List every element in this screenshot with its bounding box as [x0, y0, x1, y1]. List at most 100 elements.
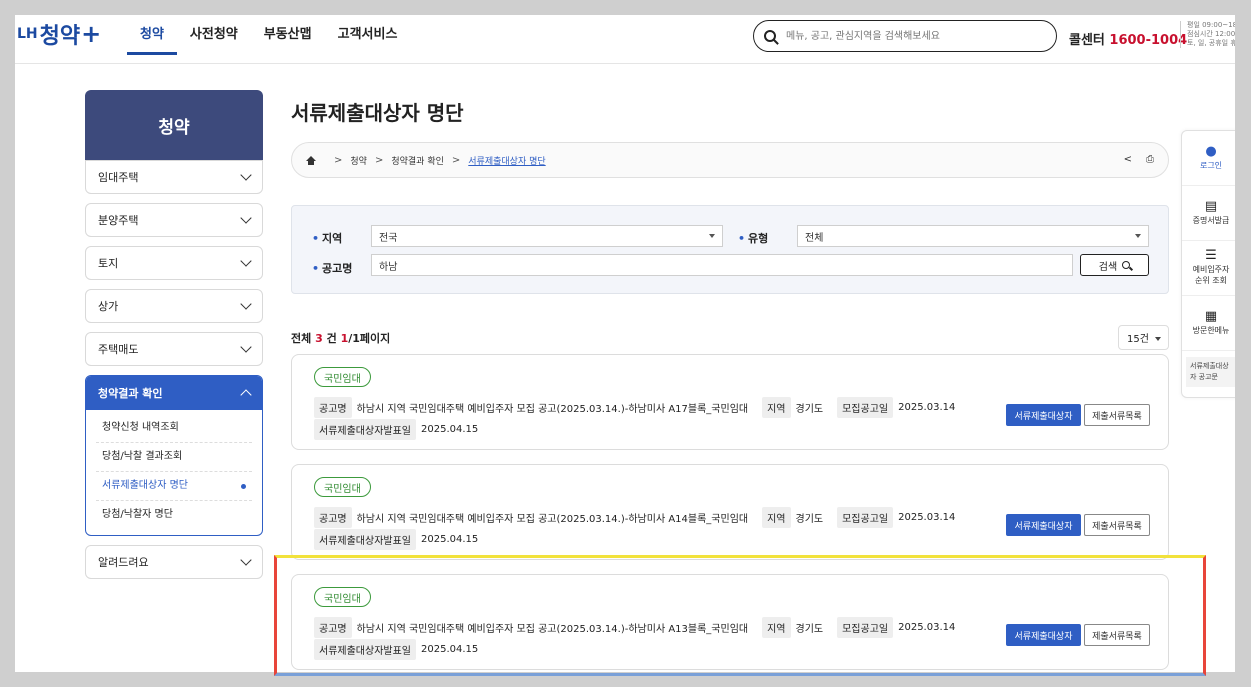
required-documents-button[interactable]: 제출서류목록 [1084, 514, 1150, 536]
main-nav: 청약 사전청약 부동산맵 고객서비스 [127, 15, 410, 55]
sidebar-item-notices[interactable]: 알려드려요 [85, 545, 263, 579]
chevron-down-icon [240, 341, 252, 353]
result-summary: 전체 3 건 1/1페이지 [291, 330, 390, 346]
region-select-value: 전국 [379, 232, 398, 244]
field-label: 모집공고일 [837, 397, 894, 418]
notice-title[interactable]: 하남시 지역 국민임대주택 예비입주자 모집 공고(2025.03.14.)-하… [357, 400, 748, 415]
recent-menu-entry[interactable]: 서류제출대상자 공고문 [1186, 357, 1235, 387]
quick-recent-menu[interactable]: ▦ 방문한메뉴 [1182, 296, 1235, 351]
card-info-row: 공고명 하남시 지역 국민임대주택 예비입주자 모집 공고(2025.03.14… [314, 507, 955, 528]
sidebar-item-results-check[interactable]: 청약결과 확인 [86, 376, 262, 410]
share-icon[interactable]: < [1124, 154, 1132, 165]
field-label: 서류제출대상자발표일 [314, 419, 416, 440]
sidebar-item-commercial[interactable]: 상가 [85, 289, 263, 323]
home-icon[interactable] [306, 155, 316, 165]
card-date-row: 서류제출대상자발표일 2025.04.15 [314, 419, 478, 440]
notice-name-label: • 공고명 [312, 262, 353, 275]
summary-prefix: 전체 [291, 332, 312, 345]
document-submitters-button[interactable]: 서류제출대상자 [1006, 404, 1081, 426]
sidebar-submenu: 청약신청 내역조회 당첨/낙찰 결과조회 서류제출대상자 명단 당첨/낙찰자 명… [86, 410, 262, 535]
document-submitters-button[interactable]: 서류제출대상자 [1006, 514, 1081, 536]
lh-logo[interactable]: LH 청약 + [17, 19, 101, 49]
quick-certificate[interactable]: ▤ 증명서발급 [1182, 186, 1235, 241]
breadcrumb-item[interactable]: 청약 [350, 154, 367, 167]
person-icon: ● [1205, 143, 1217, 159]
print-icon[interactable]: ⎙ [1146, 154, 1154, 165]
search-input[interactable] [784, 29, 1038, 43]
notice-date: 2025.03.14 [898, 402, 956, 413]
field-label: 공고명 [314, 617, 352, 638]
quick-login[interactable]: ● 로그인 [1182, 131, 1235, 186]
chevron-up-icon [240, 389, 252, 401]
nav-item-real-estate-map[interactable]: 부동산맵 [251, 15, 325, 55]
grid-icon: ▦ [1204, 308, 1218, 324]
quick-waitlist-rank[interactable]: ☰ 예비입주자 순위 조회 [1182, 241, 1235, 296]
chevron-down-icon [240, 255, 252, 267]
submenu-item-application-history[interactable]: 청약신청 내역조회 [96, 414, 252, 443]
quick-menu: ● 로그인 ▤ 증명서발급 ☰ 예비입주자 순위 조회 ▦ 방문한메뉴 서류제출… [1181, 130, 1235, 398]
notice-title[interactable]: 하남시 지역 국민임대주택 예비입주자 모집 공고(2025.03.14.)-하… [357, 510, 748, 525]
page: LH 청약 + 청약 사전청약 부동산맵 고객서비스 콜센터 1600-1004… [15, 15, 1235, 672]
type-select-value: 전체 [805, 232, 824, 244]
sidebar-item-sale-housing[interactable]: 분양주택 [85, 203, 263, 237]
submenu-item-winners-list[interactable]: 당첨/낙찰자 명단 [96, 501, 252, 529]
header: LH 청약 + 청약 사전청약 부동산맵 고객서비스 콜센터 1600-1004… [15, 15, 1235, 64]
card-date-row: 서류제출대상자발표일 2025.04.15 [314, 529, 478, 550]
summary-page-total: /1페이지 [348, 332, 391, 345]
field-label: 지역 [762, 397, 791, 418]
card-info-row: 공고명 하남시 지역 국민임대주택 예비입주자 모집 공고(2025.03.14… [314, 397, 955, 418]
notice-date: 2025.03.14 [898, 512, 956, 523]
call-center-number: 1600-1004 [1109, 33, 1188, 48]
card-info-row: 공고명 하남시 지역 국민임대주택 예비입주자 모집 공고(2025.03.14… [314, 617, 955, 638]
page-size-select[interactable]: 15건 [1118, 325, 1169, 350]
sidebar-item-label: 상가 [98, 300, 119, 313]
result-card: 국민임대 공고명 하남시 지역 국민임대주택 예비입주자 모집 공고(2025.… [291, 464, 1169, 560]
nav-item-pre-subscription[interactable]: 사전청약 [177, 15, 251, 55]
notice-name-input[interactable]: 하남 [371, 254, 1073, 276]
chevron-down-icon [240, 212, 252, 224]
logo-plus: + [81, 20, 102, 48]
sidebar-section-results: 청약결과 확인 청약신청 내역조회 당첨/낙찰 결과조회 서류제출대상자 명단 … [85, 375, 263, 536]
submenu-item-document-submitters[interactable]: 서류제출대상자 명단 [96, 472, 252, 501]
type-select[interactable]: 전체 [797, 225, 1149, 247]
breadcrumb-item[interactable]: 청약결과 확인 [391, 154, 444, 167]
document-icon: ▤ [1204, 198, 1218, 214]
dropdown-arrow-icon [709, 234, 715, 238]
field-label: 모집공고일 [837, 617, 894, 638]
notice-title[interactable]: 하남시 지역 국민임대주택 예비입주자 모집 공고(2025.03.14.)-하… [357, 620, 748, 635]
sidebar-item-label: 임대주택 [98, 171, 139, 184]
global-search[interactable] [753, 20, 1057, 52]
document-submitters-button[interactable]: 서류제출대상자 [1006, 624, 1081, 646]
quick-item-label: 로그인 [1199, 160, 1223, 170]
search-icon [1122, 261, 1131, 269]
result-card: 국민임대 공고명 하남시 지역 국민임대주택 예비입주자 모집 공고(2025.… [291, 354, 1169, 450]
breadcrumb-current[interactable]: 서류제출대상자 명단 [468, 154, 545, 167]
region-select[interactable]: 전국 [371, 225, 723, 247]
summary-count: 3 [315, 332, 323, 345]
sidebar-title: 청약 [85, 90, 263, 160]
region-value: 경기도 [795, 624, 824, 635]
page-title: 서류제출대상자 명단 [291, 101, 464, 125]
nav-item-subscription[interactable]: 청약 [127, 15, 177, 55]
quick-item-label: 방문한메뉴 [1192, 325, 1230, 335]
category-badge: 국민임대 [314, 367, 371, 387]
submenu-item-winning-results[interactable]: 당첨/낙찰 결과조회 [96, 443, 252, 472]
announce-date: 2025.04.15 [421, 644, 479, 655]
nav-item-customer-service[interactable]: 고객서비스 [325, 15, 411, 55]
search-button[interactable]: 검색 [1080, 254, 1149, 276]
hours-closed: 토, 일, 공휴일 휴무 [1187, 39, 1235, 47]
sidebar-item-label: 청약결과 확인 [98, 387, 163, 400]
required-documents-button[interactable]: 제출서류목록 [1084, 624, 1150, 646]
field-label: 지역 [762, 507, 791, 528]
sidebar-item-rental-housing[interactable]: 임대주택 [85, 160, 263, 194]
sidebar: 청약 임대주택 분양주택 토지 상가 주택매도 청약결과 확인 청약신청 내역조… [85, 90, 263, 579]
required-documents-button[interactable]: 제출서류목록 [1084, 404, 1150, 426]
logo-brand: 청약 [39, 24, 81, 49]
type-label: • 유형 [738, 232, 769, 245]
region-value: 경기도 [795, 404, 824, 415]
announce-date: 2025.04.15 [421, 534, 479, 545]
sidebar-item-housing-sale[interactable]: 주택매도 [85, 332, 263, 366]
field-label: 모집공고일 [837, 507, 894, 528]
sidebar-item-land[interactable]: 토지 [85, 246, 263, 280]
dropdown-arrow-icon [1155, 337, 1161, 341]
